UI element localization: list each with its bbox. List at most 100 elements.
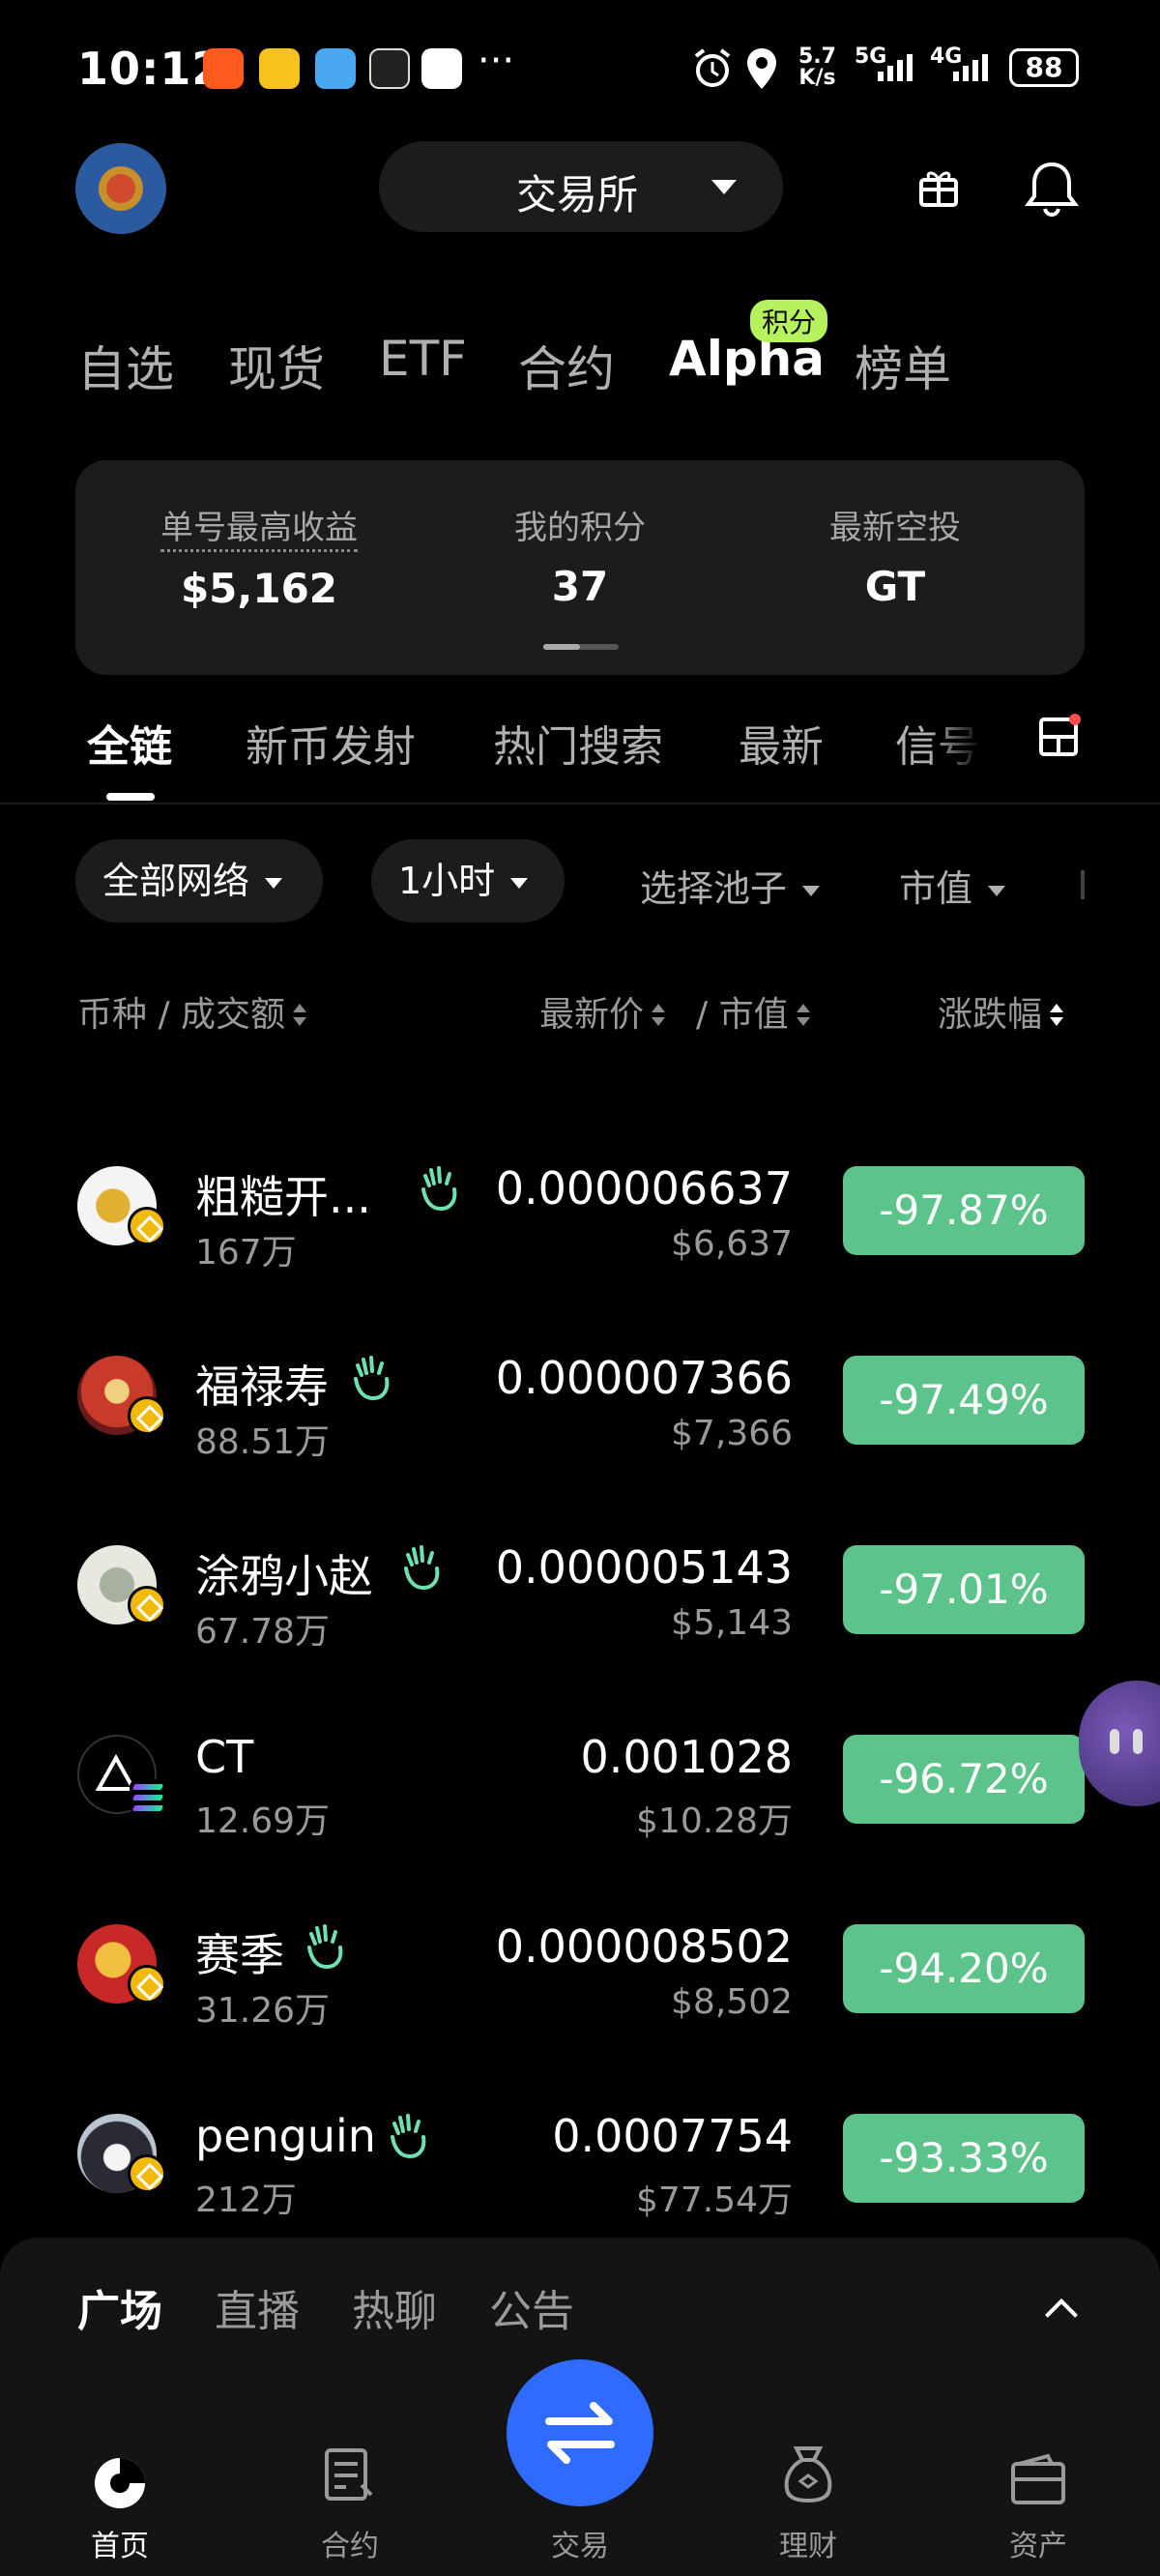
bnb-chain-icon: [128, 1965, 166, 2004]
alpha-stats-card[interactable]: 单号最高收益 $5,162 我的积分 37 最新空投 GT: [75, 460, 1085, 675]
token-name: 福禄寿: [195, 1361, 329, 1413]
bell-icon[interactable]: [1025, 159, 1079, 217]
tab-rankings[interactable]: 榜单: [855, 331, 951, 400]
tab-etf[interactable]: ETF: [379, 331, 467, 387]
wave-hand-icon: [421, 1166, 457, 1211]
token-name: CT: [195, 1731, 254, 1783]
tab-all-chains[interactable]: 全链: [87, 712, 172, 774]
tab-futures[interactable]: 合约: [518, 331, 615, 400]
col-price-label: 最新价: [539, 995, 645, 1035]
bnb-chain-icon: [128, 1207, 166, 1245]
tab-spot[interactable]: 现货: [228, 331, 325, 400]
network-filter[interactable]: 全部网络: [75, 839, 323, 922]
network-speed: 5.7 K/s: [798, 46, 836, 89]
tab-square[interactable]: 广场: [77, 2276, 162, 2338]
token-volume: 212万: [195, 2181, 297, 2220]
futures-icon[interactable]: [323, 2446, 377, 2506]
signal-bars-icon: [953, 54, 988, 81]
signal-bars-icon: [878, 54, 913, 81]
earn-icon[interactable]: [781, 2444, 835, 2504]
table-row[interactable]: CT 12.69万 0.001028 $10.28万 -96.72%: [0, 1698, 1160, 1888]
more-filters-edge: [1081, 870, 1085, 899]
col-token-volume[interactable]: 币种 / 成交额: [77, 986, 307, 1037]
tab-signals[interactable]: 信号: [895, 712, 982, 774]
wave-hand-icon: [391, 2114, 426, 2158]
table-row[interactable]: 粗糙开... 167万 0.000006637 $6,637 -97.87%: [0, 1129, 1160, 1319]
nav-assets-label[interactable]: 资产: [971, 2522, 1106, 2564]
points-label: 我的积分: [514, 509, 646, 547]
taobao-app-icon: [203, 48, 244, 89]
battery-indicator: 88: [1009, 48, 1079, 87]
token-mcap: $5,143: [671, 1603, 793, 1643]
change-badge: -97.01%: [843, 1545, 1085, 1634]
change-badge: -94.20%: [843, 1924, 1085, 2013]
token-price: 0.000007366: [495, 1352, 793, 1404]
token-mcap: $77.54万: [636, 2181, 793, 2220]
tab-hot-chat[interactable]: 热聊: [352, 2276, 437, 2338]
tab-announcements[interactable]: 公告: [489, 2276, 574, 2338]
music-app-icon: [421, 48, 462, 89]
bnb-chain-icon: [128, 2154, 166, 2193]
token-name: penguin: [195, 2110, 376, 2162]
table-row[interactable]: 赛季 31.26万 0.000008502 $8,502 -94.20%: [0, 1888, 1160, 2077]
change-badge: -93.33%: [843, 2114, 1085, 2203]
gift-icon[interactable]: [916, 164, 961, 209]
wave-hand-icon: [307, 1924, 343, 1969]
token-mcap: $10.28万: [636, 1801, 793, 1841]
col-mcap-label: / 市值: [696, 995, 789, 1035]
mcap-filter[interactable]: 市值: [899, 859, 1006, 912]
wallet-icon[interactable]: [1009, 2452, 1067, 2506]
pool-filter[interactable]: 选择池子: [640, 859, 821, 912]
assistant-eye: [1110, 1729, 1119, 1754]
change-badge: -96.72%: [843, 1735, 1085, 1824]
timeframe-filter[interactable]: 1小时: [371, 839, 565, 922]
tab-watchlist[interactable]: 自选: [77, 331, 174, 400]
tab-live[interactable]: 直播: [215, 2276, 300, 2338]
token-price: 0.000006637: [495, 1162, 793, 1215]
layout-menu-icon[interactable]: [1038, 714, 1081, 758]
card-pager: [543, 644, 619, 650]
clock: 10:12: [77, 43, 224, 95]
table-row[interactable]: 福禄寿 88.51万 0.000007366 $7,366 -97.49%: [0, 1319, 1160, 1508]
reader-app-icon: [315, 48, 356, 89]
airdrop-label: 最新空投: [829, 509, 961, 547]
avatar[interactable]: [75, 143, 166, 234]
net-speed-value: 5.7: [798, 44, 836, 69]
tab-newest[interactable]: 最新: [739, 712, 824, 774]
change-badge: -97.49%: [843, 1356, 1085, 1445]
token-name: 粗糙开...: [195, 1171, 371, 1223]
alarm-icon: [694, 48, 731, 87]
exchange-switcher[interactable]: 交易所: [379, 141, 783, 232]
sort-icon: [293, 1004, 307, 1029]
caret-down-icon: [802, 886, 821, 896]
nav-home-label[interactable]: 首页: [52, 2522, 188, 2564]
assistant-eye: [1133, 1729, 1143, 1754]
trade-button[interactable]: [507, 2359, 653, 2506]
signal-4g: 4G: [930, 44, 988, 81]
points-value: 37: [551, 563, 609, 610]
col-mcap[interactable]: / 市值: [696, 986, 810, 1037]
col-price[interactable]: 最新价: [539, 986, 666, 1037]
tab-trending-search[interactable]: 热门搜索: [493, 712, 663, 774]
nav-earn-label[interactable]: 理财: [740, 2522, 876, 2564]
bnb-chain-icon: [128, 1396, 166, 1435]
token-name: 涂鸦小赵: [195, 1550, 373, 1602]
token-name: 赛季: [195, 1929, 284, 1981]
nav-futures-label[interactable]: 合约: [282, 2522, 418, 2564]
max-profit-value: $5,162: [180, 565, 338, 612]
caret-down-icon: [265, 878, 283, 889]
signal-5g: 5G: [855, 44, 913, 81]
home-icon[interactable]: [91, 2454, 149, 2512]
news-app-icon: [259, 48, 300, 89]
bnb-chain-icon: [128, 1586, 166, 1625]
token-volume: 67.78万: [195, 1612, 331, 1652]
col-change[interactable]: 涨跌幅: [938, 986, 1064, 1037]
points-badge: 积分: [750, 300, 828, 342]
tab-new-launches[interactable]: 新币发射: [246, 712, 416, 774]
solana-chain-icon: [130, 1779, 166, 1814]
divider: [0, 803, 1160, 805]
nav-trade-label[interactable]: 交易: [512, 2522, 648, 2564]
table-row[interactable]: 涂鸦小赵 67.78万 0.000005143 $5,143 -97.01%: [0, 1508, 1160, 1698]
col-token-volume-label: 币种 / 成交额: [77, 995, 286, 1035]
more-notifications-icon: ···: [478, 39, 515, 83]
